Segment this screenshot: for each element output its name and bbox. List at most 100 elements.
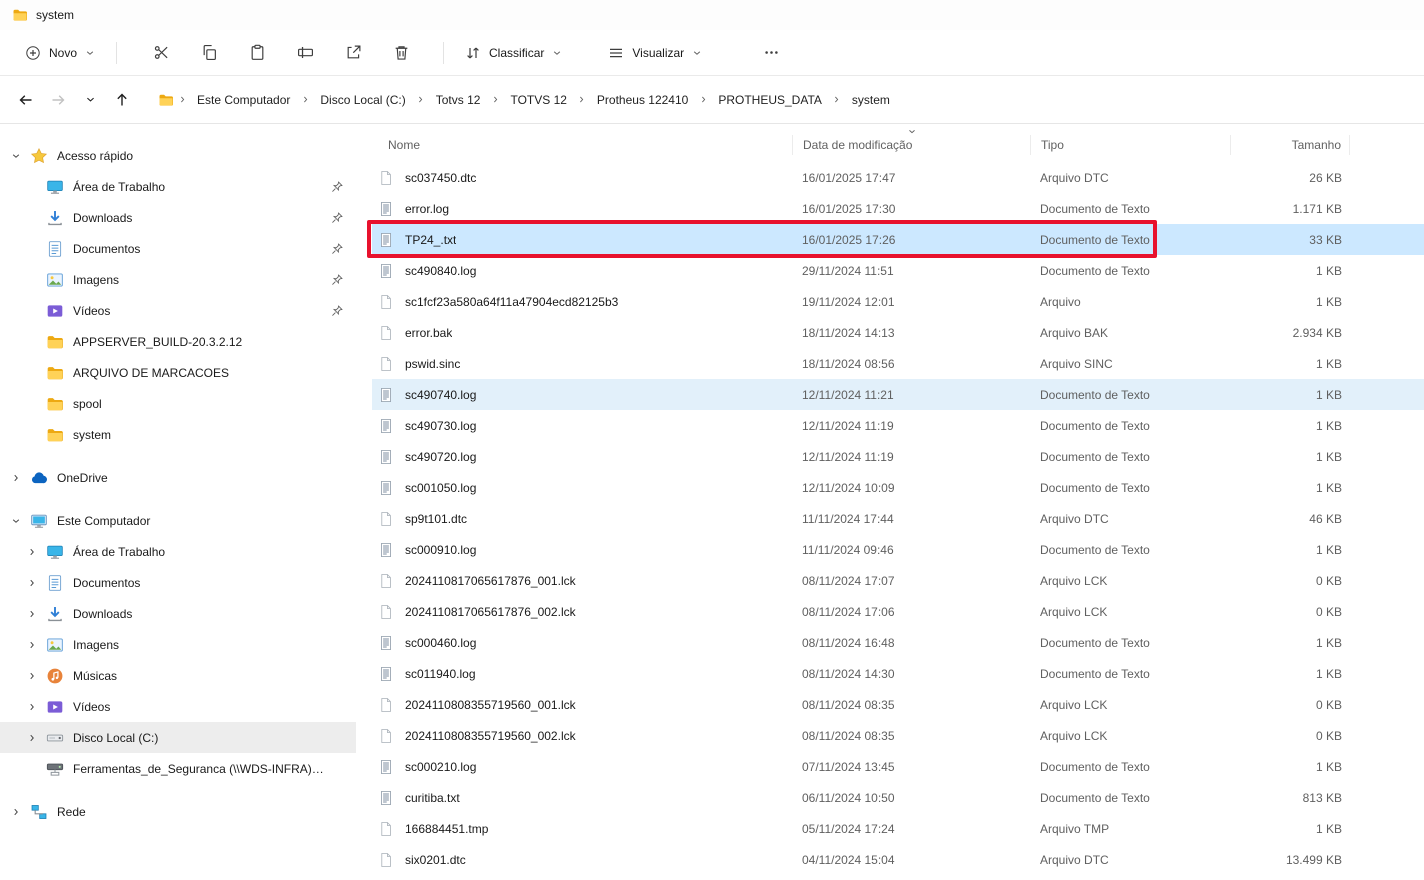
file-row-pswid-sinc[interactable]: pswid.sinc 18/11/2024 08:56 Arquivo SINC 1 … — [372, 348, 1424, 379]
file-row-sc000460-log[interactable]: sc000460.log 08/11/2024 16:48 Documento de… — [372, 627, 1424, 658]
chevron-right-icon[interactable] — [24, 699, 40, 715]
sidebar-item-v-deos[interactable]: Vídeos — [0, 295, 356, 326]
sidebar-item-este-computador[interactable]: Este Computador — [0, 505, 356, 536]
file-size: 1 KB — [1315, 263, 1342, 278]
file-row-error-bak[interactable]: error.bak 18/11/2024 14:13 Arquivo BAK 2.93… — [372, 317, 1424, 348]
breadcrumb-chevron-icon[interactable] — [695, 95, 711, 104]
file-text-icon — [378, 201, 394, 217]
breadcrumb-chevron-icon[interactable] — [829, 95, 845, 104]
breadcrumb-item-disco-local-c[interactable]: Disco Local (C:) — [313, 88, 412, 112]
sidebar-item-system[interactable]: system — [0, 419, 356, 450]
copy-button[interactable] — [191, 37, 227, 69]
share-button[interactable] — [335, 37, 371, 69]
file-row-curitiba-txt[interactable]: curitiba.txt 06/11/2024 10:50 Documento de… — [372, 782, 1424, 813]
paste-button[interactable] — [239, 37, 275, 69]
file-row-166884451-tmp[interactable]: 166884451.tmp 05/11/2024 17:24 Arquivo TMP… — [372, 813, 1424, 844]
file-row-sp9t101-dtc[interactable]: sp9t101.dtc 11/11/2024 17:44 Arquivo DTC 46… — [372, 503, 1424, 534]
chevron-slot — [24, 365, 40, 381]
sidebar-item-acesso-r-pido[interactable]: Acesso rápido — [0, 140, 356, 171]
titlebar: system — [0, 0, 1424, 30]
forward-button[interactable] — [42, 85, 74, 115]
chevron-right-icon[interactable] — [8, 470, 24, 486]
breadcrumb-item-totvs-12[interactable]: TOTVS 12 — [503, 88, 573, 112]
sidebar-item-imagens[interactable]: Imagens — [0, 264, 356, 295]
breadcrumb-chevron-icon[interactable] — [413, 95, 429, 104]
up-button[interactable] — [106, 85, 138, 115]
file-size: 1.171 KB — [1292, 201, 1342, 216]
breadcrumb-chevron-icon[interactable] — [174, 95, 190, 104]
more-options-button[interactable] — [753, 37, 789, 69]
sidebar-item-downloads[interactable]: Downloads — [0, 202, 356, 233]
documents-icon — [46, 574, 64, 592]
sidebar-item-imagens[interactable]: Imagens — [0, 629, 356, 660]
sidebar-item-ferramentas-de-seguranca-wds-infra-k[interactable]: Ferramentas_de_Seguranca (\\WDS-INFRA) (… — [0, 753, 356, 784]
file-row-sc000910-log[interactable]: sc000910.log 11/11/2024 09:46 Documento de… — [372, 534, 1424, 565]
chevron-right-icon[interactable] — [24, 544, 40, 560]
column-header-size[interactable]: Tamanho — [1230, 135, 1350, 155]
sidebar-item-rede[interactable]: Rede — [0, 796, 356, 827]
file-row-error-log[interactable]: error.log 16/01/2025 17:30 Documento de Te… — [372, 193, 1424, 224]
file-size: 0 KB — [1315, 697, 1342, 712]
file-row-sc490740-log[interactable]: sc490740.log 12/11/2024 11:21 Documento de… — [372, 379, 1424, 410]
sidebar-item-onedrive[interactable]: OneDrive — [0, 462, 356, 493]
file-row-2024110817065617876-002-lck[interactable]: 2024110817065617876_002.lck 08/11/2024 17… — [372, 596, 1424, 627]
file-row-six0201-dtc[interactable]: six0201.dtc 04/11/2024 15:04 Arquivo DTC 13… — [372, 844, 1424, 875]
file-row-tp24-txt[interactable]: TP24_.txt 16/01/2025 17:26 Documento de Te… — [372, 224, 1424, 255]
delete-button[interactable] — [383, 37, 419, 69]
sidebar-item-rea-de-trabalho[interactable]: Área de Trabalho — [0, 171, 356, 202]
sidebar-item-documentos[interactable]: Documentos — [0, 567, 356, 598]
chevron-right-icon[interactable] — [24, 637, 40, 653]
back-button[interactable] — [10, 85, 42, 115]
breadcrumb-item-totvs-12[interactable]: Totvs 12 — [429, 88, 488, 112]
breadcrumb-chevron-icon[interactable] — [297, 95, 313, 104]
file-size: 13.499 KB — [1285, 852, 1342, 867]
column-header-date[interactable]: Data de modificação — [792, 130, 1030, 155]
column-header-type[interactable]: Tipo — [1030, 135, 1230, 155]
file-size: 2.934 KB — [1292, 325, 1342, 340]
sort-button[interactable]: Classificar — [454, 38, 573, 68]
sidebar-item-spool[interactable]: spool — [0, 388, 356, 419]
sidebar-item-disco-local-c[interactable]: Disco Local (C:) — [0, 722, 356, 753]
file-row-2024110808355719560-001-lck[interactable]: 2024110808355719560_001.lck 08/11/2024 08… — [372, 689, 1424, 720]
sidebar-item-rea-de-trabalho[interactable]: Área de Trabalho — [0, 536, 356, 567]
file-name: sc1fcf23a580a64f11a47904ecd82125b3 — [405, 294, 619, 309]
file-row-sc011940-log[interactable]: sc011940.log 08/11/2024 14:30 Documento de… — [372, 658, 1424, 689]
chevron-right-icon[interactable] — [24, 730, 40, 746]
rename-button[interactable] — [287, 37, 323, 69]
breadcrumb-item-system[interactable]: system — [845, 88, 897, 112]
file-row-sc490730-log[interactable]: sc490730.log 12/11/2024 11:19 Documento de… — [372, 410, 1424, 441]
new-button[interactable]: Novo — [14, 38, 106, 68]
breadcrumb-item-protheus-122410[interactable]: Protheus 122410 — [590, 88, 695, 112]
sidebar-item-documentos[interactable]: Documentos — [0, 233, 356, 264]
file-blank-icon — [378, 604, 394, 620]
breadcrumb-chevron-icon[interactable] — [574, 95, 590, 104]
chevron-down-icon[interactable] — [8, 148, 24, 164]
chevron-down-icon[interactable] — [8, 513, 24, 529]
chevron-right-icon[interactable] — [8, 804, 24, 820]
file-row-sc490840-log[interactable]: sc490840.log 29/11/2024 11:51 Documento de… — [372, 255, 1424, 286]
column-header-label: Tipo — [1041, 138, 1064, 152]
file-row-2024110817065617876-001-lck[interactable]: 2024110817065617876_001.lck 08/11/2024 17… — [372, 565, 1424, 596]
file-name: sc490720.log — [405, 449, 477, 464]
breadcrumb-chevron-icon[interactable] — [487, 95, 503, 104]
sidebar-item-v-deos[interactable]: Vídeos — [0, 691, 356, 722]
chevron-right-icon[interactable] — [24, 668, 40, 684]
file-row-sc001050-log[interactable]: sc001050.log 12/11/2024 10:09 Documento de… — [372, 472, 1424, 503]
chevron-right-icon[interactable] — [24, 606, 40, 622]
file-row-2024110808355719560-002-lck[interactable]: 2024110808355719560_002.lck 08/11/2024 08… — [372, 720, 1424, 751]
column-header-name[interactable]: Nome — [372, 135, 792, 155]
file-row-sc000210-log[interactable]: sc000210.log 07/11/2024 13:45 Documento de… — [372, 751, 1424, 782]
recent-locations-button[interactable] — [74, 85, 106, 115]
breadcrumb-item-protheus-data[interactable]: PROTHEUS_DATA — [711, 88, 829, 112]
chevron-right-icon[interactable] — [24, 575, 40, 591]
breadcrumb-item-este-computador[interactable]: Este Computador — [190, 88, 297, 112]
file-row-sc1fcf23a580a64f11a47904ecd82125b3[interactable]: sc1fcf23a580a64f11a47904ecd82125b3 19/11/… — [372, 286, 1424, 317]
sidebar-item-downloads[interactable]: Downloads — [0, 598, 356, 629]
sidebar-item-m-sicas[interactable]: Músicas — [0, 660, 356, 691]
sidebar-item-appserver-build-20-3-2-12[interactable]: APPSERVER_BUILD-20.3.2.12 — [0, 326, 356, 357]
sidebar-item-arquivo-de-marcacoes[interactable]: ARQUIVO DE MARCACOES — [0, 357, 356, 388]
file-row-sc037450-dtc[interactable]: sc037450.dtc 16/01/2025 17:47 Arquivo DTC 2… — [372, 162, 1424, 193]
file-row-sc490720-log[interactable]: sc490720.log 12/11/2024 11:19 Documento de… — [372, 441, 1424, 472]
view-button[interactable]: Visualizar — [597, 38, 713, 68]
cut-button[interactable] — [143, 37, 179, 69]
